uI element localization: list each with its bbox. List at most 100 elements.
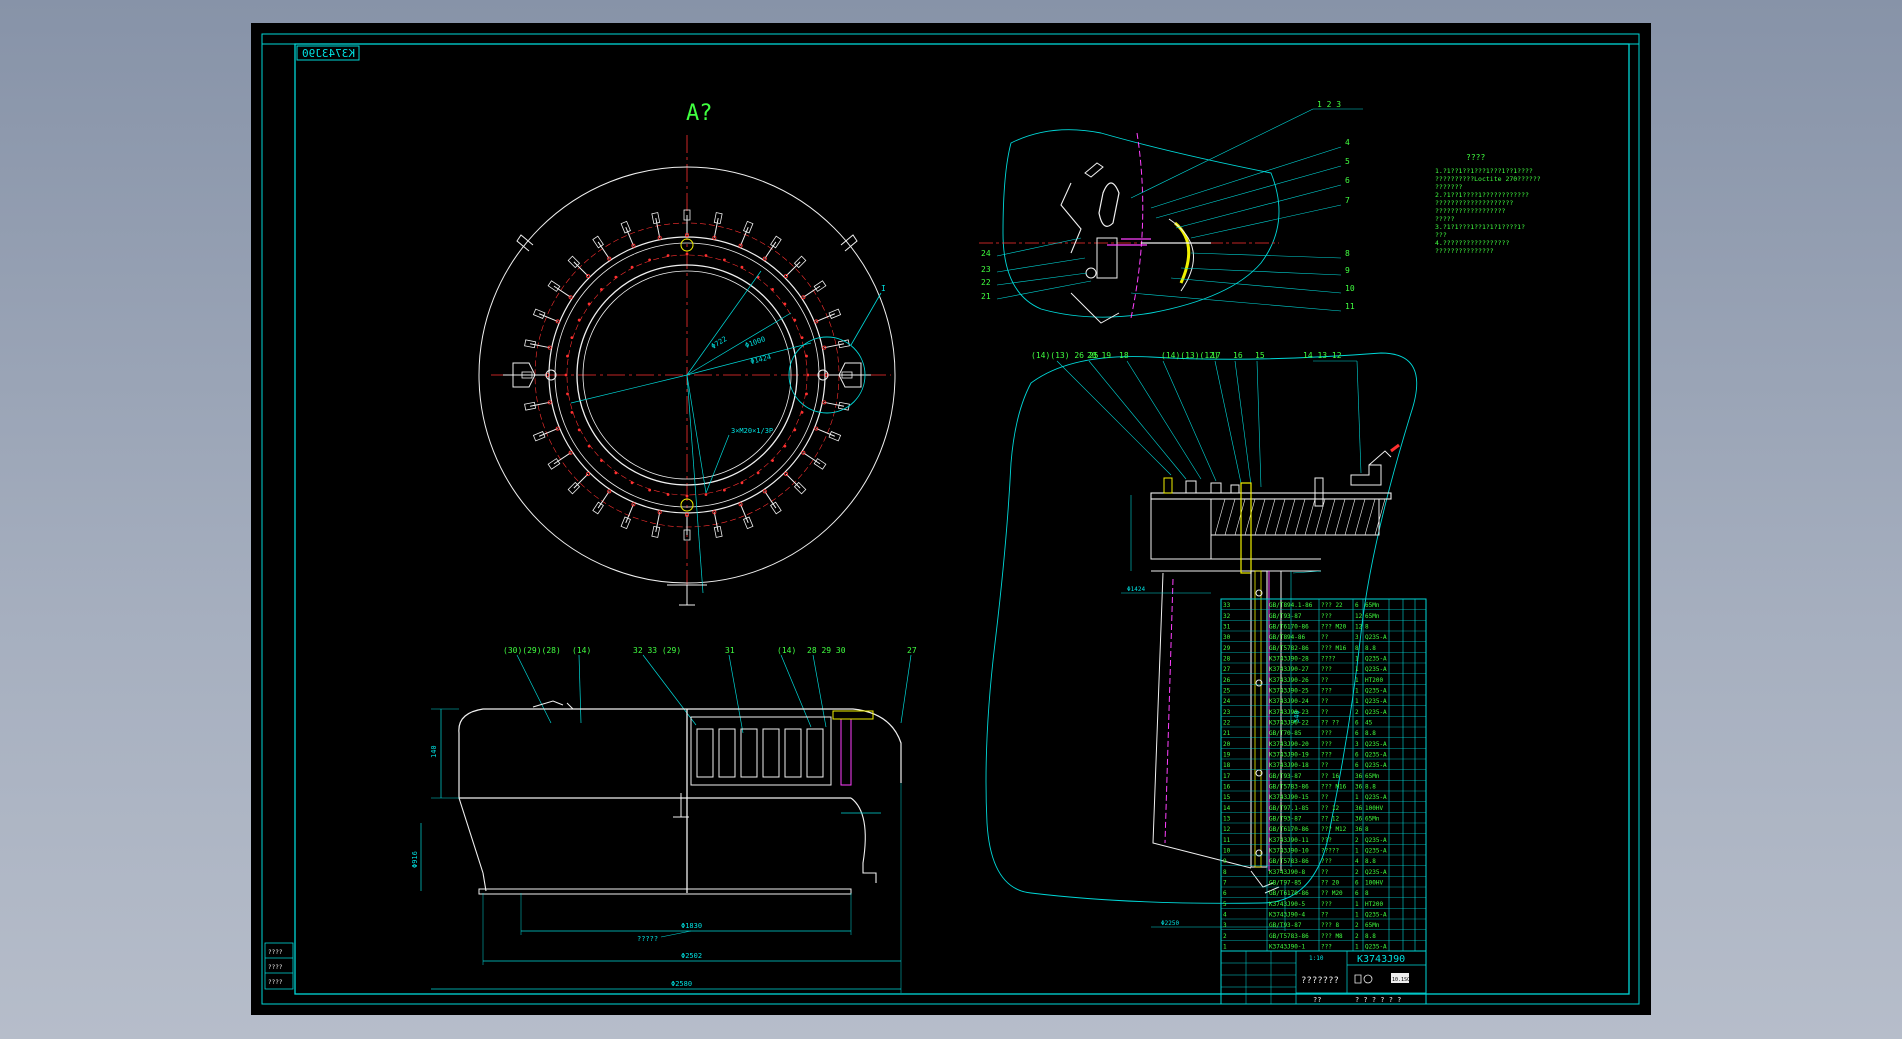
bom-cell: 2 [1355, 922, 1359, 929]
bom-cell: ????? [1321, 848, 1339, 855]
bom-cell: 8 [1365, 624, 1369, 631]
detail-top-view[interactable]: 1 2 3 4 5 6 7 8 9 10 11 24 23 22 21 [979, 100, 1363, 324]
bolt-hole [566, 392, 569, 396]
bom-cell: ?? [1321, 698, 1329, 705]
notes-line: 3.?1?1???1??1?1?1????1? [1435, 223, 1525, 231]
detail-large-callout: 17 [1211, 351, 1221, 360]
detail-large-callouts: (14)(13) 26 2520 19 18 (14)(13)(12)17 16 15 1… [1031, 351, 1342, 360]
detail-large-leaders [1056, 360, 1362, 488]
notes-line: ??????? [1435, 183, 1462, 191]
bom-cell: 10 [1223, 848, 1231, 855]
section-view[interactable]: (30)(29)(28) (14) 32 33 (29) 31 (14) 28 … [411, 646, 917, 993]
section-leaders [516, 654, 912, 734]
notes-line: 4.????????????????? [1435, 239, 1509, 247]
bom-cell: K3743J90-8 [1269, 869, 1306, 876]
bill-of-materials[interactable]: 33 GB/T894.1-86??? 22 6 65Mn32 GB/T93-87??? 1… [1220, 598, 1427, 952]
bolt-hole [771, 459, 774, 462]
detail-ref-label: I [881, 284, 886, 293]
bom-cell: ??? [1321, 837, 1332, 844]
bolt-hole [630, 481, 634, 485]
bom-cell: GB/T5783-86 [1269, 858, 1309, 865]
bom-cell: ??? M20 [1321, 624, 1347, 631]
bom-cell: Q235-A [1365, 837, 1387, 844]
hatch-line [1244, 498, 1256, 536]
bom-cell: GB/T93-87 [1269, 816, 1302, 823]
side-strip-label-2: ???? [268, 964, 283, 971]
detail-large-callout: 20 19 [1087, 351, 1111, 360]
section-callout-2: (14) [572, 646, 591, 655]
view-label: A? [686, 101, 713, 126]
bom-cell: ??? [1321, 944, 1332, 951]
clamp [816, 428, 836, 437]
bolt-hole [722, 258, 726, 262]
plan-view[interactable]: A? I Φ722 Φ1000 Φ1424 3×M20×1/3P [478, 101, 896, 606]
bom-cell: ?? M20 [1321, 890, 1343, 897]
bom-cell: 6 [1355, 720, 1359, 727]
bom-cell: ?? [1321, 869, 1329, 876]
bolt-hole [614, 275, 618, 279]
bom-cell: Q235-A [1365, 634, 1387, 641]
bom-cell: 100HV [1365, 805, 1383, 812]
bom-cell: 22 [1223, 720, 1231, 727]
bolt-hole [587, 302, 591, 306]
section-callout-5: (14) [777, 646, 796, 655]
bolt-hole [648, 258, 652, 262]
bolt-hole [740, 481, 744, 485]
bom-cell: GB/T5783-86 [1269, 933, 1309, 940]
hatch-line [1354, 498, 1366, 536]
hatch-line [1334, 498, 1346, 536]
side-strip-label-1: ???? [268, 949, 283, 956]
detail-large-view[interactable]: (14)(13) 26 2520 19 18 (14)(13)(12)17 16 15 1… [985, 351, 1418, 931]
section-window [806, 728, 824, 778]
detail-top-callout: 7 [1345, 196, 1350, 205]
hatch-line [1254, 498, 1266, 536]
bom-cell: 8 [1223, 869, 1227, 876]
section-dim-phi2580: Φ2580 [671, 980, 692, 988]
bom-cell: 36 [1355, 784, 1363, 791]
bom-cell: 1 [1223, 944, 1227, 951]
bom-cell: GB/T6170-86 [1269, 890, 1309, 897]
clamp [785, 473, 801, 489]
section-dim-phi2502: Φ2502 [681, 952, 702, 960]
bom-cell: 14 [1223, 805, 1231, 812]
detail-top-callout: 11 [1345, 302, 1355, 311]
section-note: ????? [637, 935, 658, 943]
detail-large-callout: 16 [1233, 351, 1243, 360]
section-window [740, 728, 758, 778]
detail-top-callout: 22 [981, 278, 991, 287]
title-block[interactable]: K3743J90 ??????? ?? ? ? ? ? ? ? 1:10 10.… [1220, 950, 1427, 1005]
bom-cell: 36 [1355, 816, 1363, 823]
mirrored-code-box: K3743J90 [296, 45, 360, 61]
bom-cell: 1 [1355, 666, 1359, 673]
clamp [573, 473, 589, 489]
drawing-number: K3743J90 [1357, 954, 1405, 965]
bom-cell: ???? [1321, 656, 1336, 663]
clamp [625, 504, 634, 524]
bom-cell: 25 [1223, 688, 1231, 695]
bom-cell: 21 [1223, 730, 1231, 737]
clamp-head [547, 458, 561, 470]
bom-cell: GB/T6170-86 [1269, 624, 1309, 631]
clamp [538, 428, 558, 437]
hatch-line [1264, 498, 1276, 536]
bom-cell: 12 [1223, 826, 1231, 833]
section-windows [696, 728, 824, 778]
bolt-hole [800, 336, 804, 340]
bom-cell: GB/T97.1-85 [1269, 805, 1309, 812]
bom-cell: ?? 12 [1321, 805, 1339, 812]
drawing-viewport[interactable]: K3743J90 ???? ???? ???? A? I Φ722 Φ1000 … [251, 23, 1651, 1015]
cad-drawing: K3743J90 ???? ???? ???? A? I Φ722 Φ1000 … [261, 33, 1640, 1005]
bom-cell: 20 [1223, 741, 1231, 748]
detail-top-callout: 24 [981, 249, 991, 258]
notes-line: ?????????????????? [1435, 207, 1506, 215]
plan-dim-2: Φ1000 [744, 335, 767, 350]
bom-cell: Q235-A [1365, 762, 1387, 769]
bolt-hole [577, 318, 581, 322]
bolt-hole [570, 410, 574, 414]
bom-cell: 36 [1355, 826, 1363, 833]
bom-cell: ?? 20 [1321, 880, 1339, 887]
clamp [740, 226, 749, 246]
bom-cell: 24 [1223, 698, 1231, 705]
bom-cell: 8 [1365, 826, 1369, 833]
bolt-hole [600, 288, 603, 291]
